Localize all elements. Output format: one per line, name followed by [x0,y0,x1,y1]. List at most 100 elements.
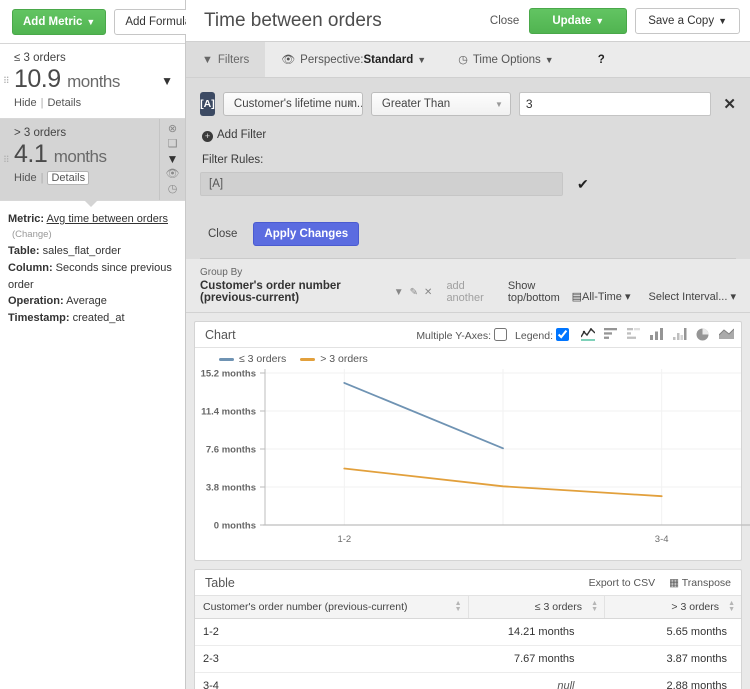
filter-field-select[interactable]: Customer's lifetime num... ▼ [222,92,363,116]
close-circle-icon[interactable]: ⊗ [168,123,177,135]
filters-close-button[interactable]: Close [200,223,245,245]
pie-chart-icon[interactable] [696,328,710,341]
horizontal-bar-icon[interactable] [604,328,618,341]
filter-rule-expression[interactable]: [A] [200,172,563,196]
area-chart-icon[interactable] [718,328,735,341]
table-row[interactable]: 3-4 null 2.88 months [195,672,741,689]
detail-metric-value[interactable]: Avg time between orders [47,213,168,225]
metric-card-1-unit: months [67,72,120,91]
cell-dimension: 2-3 [195,645,468,673]
group-by-dimension[interactable]: Customer's order number (previous-curren… [200,280,388,304]
legend-item-0[interactable]: ≤ 3 orders [219,353,286,365]
x-tick-label: 3-4 [655,534,669,545]
detail-metric-row: Metric: Avg time between orders [8,211,177,228]
chevron-down-icon[interactable]: ▼ [394,287,404,298]
detail-column-label: Column: [8,261,53,274]
line-chart-icon[interactable] [580,327,596,341]
detail-change-label: (Change) [12,228,52,240]
tab-filters[interactable]: ▼ Filters [186,42,266,77]
cell-dimension: 1-2 [195,618,468,646]
group-by-line: Customer's order number (previous-curren… [200,280,572,304]
detail-operation-value: Average [66,295,107,308]
close-report-link[interactable]: Close [490,15,519,27]
filter-field-value: Customer's lifetime num... [233,98,363,110]
metric-card-2-details-link[interactable]: Details [47,171,90,185]
null-value: null [557,680,575,689]
drag-handle[interactable]: ⠿ [3,76,10,86]
tab-time-options-label: Time Options [472,53,541,66]
chevron-down-icon: ▼ [595,15,605,26]
check-icon[interactable]: ✔ [577,176,589,193]
metric-card-1[interactable]: ⠿ ≤ 3 orders 10.9 months Hide | Details ▼ [0,44,185,119]
tab-perspective[interactable]: 👁 Perspective: Standard ▼ [265,42,442,77]
detail-table-label: Table: [8,245,40,258]
apply-changes-button[interactable]: Apply Changes [253,222,360,246]
table-header-row: Customer's order number (previous-curren… [195,596,741,619]
legend-option[interactable]: Legend: [515,327,569,342]
tab-time-options[interactable]: ◷ Time Options ▼ [442,42,570,77]
metric-card-2[interactable]: ⠿ > 3 orders 4.1 months Hide | Details ⊗ ❑… [0,119,185,201]
cell-metric-1: null [468,672,605,689]
detail-timestamp-value: created_at [72,312,125,325]
show-top-bottom-button[interactable]: Show top/bottom [508,280,572,304]
filter-operator-select[interactable]: Greater Than ▼ [370,92,511,116]
stacked-bar-icon[interactable] [627,328,641,341]
chevron-down-icon: ▼ [544,54,554,65]
update-button[interactable]: Update ▼ [529,7,628,34]
report-tabbar: ▼ Filters 👁 Perspective: Standard ▼ ◷ Time O… [186,42,750,78]
drag-handle[interactable]: ⠿ [3,154,10,164]
th-dimension[interactable]: Customer's order number (previous-curren… [195,596,469,619]
metric-card-1-details-link[interactable]: Details [47,97,81,109]
filter-value-input[interactable] [518,92,712,116]
remove-group-by-icon[interactable]: ✕ [424,287,432,298]
table-row[interactable]: 1-2 14.21 months 5.65 months [195,618,741,646]
edit-pencil-icon[interactable]: ✎ [410,287,418,298]
multiple-y-axes-checkbox[interactable] [494,327,508,341]
add-metric-button[interactable]: Add Metric ▼ [12,8,107,35]
tab-perspective-value: Standard [363,53,414,66]
grouped-column-icon[interactable] [673,328,687,341]
transpose-button[interactable]: ▦ Transpose [669,577,731,589]
tab-help[interactable]: ? [570,42,619,77]
eye-icon[interactable]: 👁 [166,169,180,180]
th-metric-1-label: ≤ 3 orders [534,601,582,613]
clock-icon[interactable]: ◷ [168,184,178,195]
add-filter-button[interactable]: + Add Filter [202,129,736,142]
detail-table-value: sales_flat_order [42,245,121,258]
chevron-down-icon: ▼ [718,15,727,26]
multiple-y-axes-label: Multiple Y-Axes: [416,329,492,342]
tab-perspective-label: Perspective: [300,53,364,66]
calendar-icon: ▤ [571,291,582,303]
filter-badge-a: [A] [200,92,215,116]
metric-card-2-hide-link[interactable]: Hide [14,172,37,184]
group-by-bar: Group By Customer's order number (previo… [186,259,750,313]
transpose-label: Transpose [681,576,731,589]
page-title: Time between orders [204,9,382,31]
filters-actions: Close Apply Changes [200,222,736,259]
th-metric-2[interactable]: > 3 orders ▲ ▼ [604,596,741,619]
filter-icon[interactable]: ▼ [161,74,173,88]
cell-metric-2: 3.87 months [604,645,741,673]
series-line-0[interactable] [343,382,504,450]
chevron-down-icon: ▼ [417,54,427,65]
metrics-sidebar: Add Metric ▼ Add Formula ⠿ ≤ 3 orders 10.… [0,0,203,689]
multiple-y-axes-option[interactable]: Multiple Y-Axes: [416,327,508,342]
metric-card-1-hide-link[interactable]: Hide [14,97,37,109]
legend-item-1[interactable]: > 3 orders [300,353,368,365]
interval-selector[interactable]: Select Interval... ▾ [649,290,736,303]
results-table-head: Customer's order number (previous-curren… [195,596,741,619]
export-to-csv-button[interactable]: Export to CSV [589,577,656,589]
filter-icon[interactable]: ▼ [167,153,179,165]
detail-metric-label: Metric: [8,213,45,225]
table-row[interactable]: 2-3 7.67 months 3.87 months [195,645,741,673]
filter-icon: ▼ [202,53,213,66]
save-a-copy-button[interactable]: Save a Copy ▼ [635,7,740,34]
add-another-group-by[interactable]: add another [446,280,491,304]
th-metric-1[interactable]: ≤ 3 orders ▲ ▼ [468,596,605,619]
column-chart-icon[interactable] [650,328,664,341]
remove-filter-icon[interactable]: ✕ [723,95,736,113]
legend-checkbox[interactable] [556,327,569,341]
duplicate-icon[interactable]: ❑ [168,138,178,150]
link-separator: | [40,97,44,109]
time-range-selector[interactable]: ▤All-Time ▾ [572,290,631,303]
